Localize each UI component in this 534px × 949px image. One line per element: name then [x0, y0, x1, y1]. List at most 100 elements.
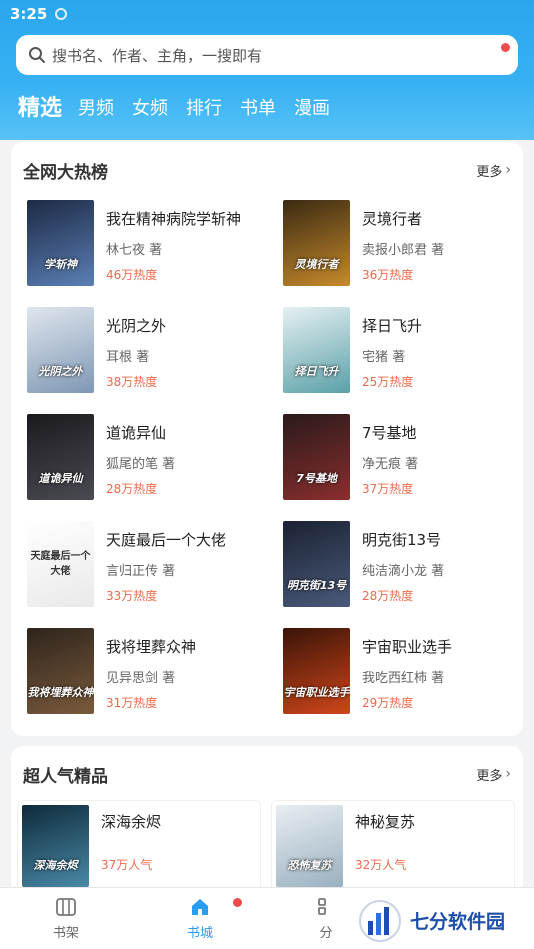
book-cover-title: 天庭最后一个大佬 — [30, 551, 91, 577]
chevron-right-icon: › — [505, 162, 511, 178]
search-icon — [29, 47, 45, 63]
tab-featured[interactable]: 精选 — [18, 94, 62, 124]
more-link[interactable]: 更多 › — [476, 765, 511, 784]
hot-book-item[interactable]: 学斩神 我在精神病院学斩神 林七夜 著 46万热度 — [27, 200, 267, 288]
book-cover-title: 择日飞升 — [294, 365, 339, 378]
bookshelf-icon — [56, 898, 76, 916]
nav-badge-dot — [233, 898, 242, 907]
book-info: 我在精神病院学斩神 林七夜 著 46万热度 — [106, 200, 241, 288]
book-cover-title: 我将埋葬众神 — [27, 686, 94, 699]
book-cover[interactable]: 道诡异仙 — [27, 414, 94, 500]
book-title: 天庭最后一个大佬 — [106, 531, 227, 549]
book-title: 灵境行者 — [362, 210, 423, 228]
watermark: 七分软件园 — [350, 892, 534, 949]
book-heat: 46万热度 — [106, 268, 158, 282]
book-heat: 29万热度 — [362, 696, 414, 710]
book-popularity: 32万人气 — [355, 858, 407, 872]
book-cover-title: 恐怖复苏 — [287, 859, 332, 872]
book-cover-title: 宇宙职业选手 — [283, 686, 350, 699]
book-cover-title: 7号基地 — [296, 472, 337, 485]
hot-book-item[interactable]: 天庭最后一个大佬 天庭最后一个大佬 言归正传 著 33万热度 — [27, 521, 267, 609]
popular-book-item[interactable]: 深海余烬 深海余烬 37万人气 — [17, 800, 261, 896]
book-title: 择日飞升 — [362, 317, 423, 335]
watermark-text: 七分软件园 — [410, 911, 506, 933]
book-title: 明克街13号 — [362, 531, 442, 549]
nav-bookstore-label: 书城 — [186, 926, 213, 941]
hot-book-item[interactable]: 灵境行者 灵境行者 卖报小郎君 著 36万热度 — [283, 200, 523, 288]
book-cover[interactable]: 灵境行者 — [283, 200, 350, 286]
search-bar[interactable]: 搜书名、作者、主角，一搜即有 — [16, 35, 518, 75]
category-tabs: 精选 男频 女频 排行 书单 漫画 — [18, 88, 348, 124]
book-cover-title: 学斩神 — [44, 258, 77, 271]
hot-book-item[interactable]: 明克街13号 明克街13号 纯洁滴小龙 著 28万热度 — [283, 521, 523, 609]
book-cover[interactable]: 光阴之外 — [27, 307, 94, 393]
book-title: 神秘复苏 — [355, 813, 416, 831]
book-cover-title: 明克街13号 — [286, 579, 347, 592]
tab-female[interactable]: 女频 — [132, 94, 168, 124]
book-cover[interactable]: 择日飞升 — [283, 307, 350, 393]
book-title: 光阴之外 — [106, 317, 167, 335]
popular-book-item[interactable]: 恐怖复苏 神秘复苏 32万人气 — [271, 800, 515, 896]
nav-bookstore[interactable]: 书城 — [170, 896, 230, 941]
book-cover-title: 道诡异仙 — [38, 472, 83, 485]
book-cover[interactable]: 7号基地 — [283, 414, 350, 500]
book-cover[interactable]: 学斩神 — [27, 200, 94, 286]
book-heat: 33万热度 — [106, 589, 158, 603]
notification-dot — [501, 43, 510, 52]
hot-book-item[interactable]: 道诡异仙 道诡异仙 狐尾的笔 著 28万热度 — [27, 414, 267, 502]
book-title: 我在精神病院学斩神 — [106, 210, 242, 228]
hot-book-item[interactable]: 择日飞升 择日飞升 宅猪 著 25万热度 — [283, 307, 523, 395]
book-title: 道诡异仙 — [106, 424, 167, 442]
shield-icon — [55, 8, 68, 20]
book-cover[interactable]: 深海余烬 — [22, 805, 89, 887]
book-author: 宅猪 著 — [362, 350, 406, 365]
tab-booklist[interactable]: 书单 — [240, 94, 276, 124]
book-info: 灵境行者 卖报小郎君 著 36万热度 — [362, 200, 444, 288]
book-info: 择日飞升 宅猪 著 25万热度 — [362, 307, 422, 395]
hot-book-item[interactable]: 光阴之外 光阴之外 耳根 著 38万热度 — [27, 307, 267, 395]
nav-category-label: 分 — [319, 926, 333, 941]
home-icon — [192, 899, 208, 915]
book-info: 我将埋葬众神 见异思剑 著 31万热度 — [106, 628, 196, 716]
book-author: 净无痕 著 — [362, 457, 419, 472]
chevron-right-icon: › — [505, 766, 511, 782]
book-cover[interactable]: 明克街13号 — [283, 521, 350, 607]
book-info: 7号基地 净无痕 著 37万热度 — [362, 414, 418, 502]
book-title: 深海余烬 — [101, 813, 162, 831]
book-info: 明克街13号 纯洁滴小龙 著 28万热度 — [362, 521, 444, 609]
book-author: 林七夜 著 — [106, 243, 163, 258]
book-author: 言归正传 著 — [106, 564, 176, 579]
section-title: 全网大热榜 — [23, 162, 108, 183]
book-info: 道诡异仙 狐尾的笔 著 28万热度 — [106, 414, 175, 502]
book-cover-title: 灵境行者 — [294, 258, 339, 271]
book-author: 纯洁滴小龙 著 — [362, 564, 445, 579]
book-author: 我吃西红柿 著 — [362, 671, 445, 686]
book-heat: 28万热度 — [106, 482, 158, 496]
more-link[interactable]: 更多 › — [476, 161, 511, 180]
book-cover[interactable]: 天庭最后一个大佬 — [27, 521, 94, 607]
more-label: 更多 — [476, 164, 503, 180]
book-heat: 31万热度 — [106, 696, 158, 710]
tab-male[interactable]: 男频 — [78, 94, 114, 124]
book-info: 宇宙职业选手 我吃西红柿 著 29万热度 — [362, 628, 452, 716]
book-author: 卖报小郎君 著 — [362, 243, 445, 258]
hot-book-item[interactable]: 7号基地 7号基地 净无痕 著 37万热度 — [283, 414, 523, 502]
book-popularity: 37万人气 — [101, 858, 153, 872]
nav-category[interactable]: 分 — [296, 896, 356, 941]
book-cover[interactable]: 宇宙职业选手 — [283, 628, 350, 714]
status-bar: 3:25 — [0, 0, 534, 28]
book-heat: 38万热度 — [106, 375, 158, 389]
nav-bookshelf[interactable]: 书架 — [36, 896, 96, 941]
tab-ranking[interactable]: 排行 — [186, 94, 222, 124]
search-placeholder: 搜书名、作者、主角，一搜即有 — [52, 46, 263, 65]
hot-book-item[interactable]: 宇宙职业选手 宇宙职业选手 我吃西红柿 著 29万热度 — [283, 628, 523, 716]
tab-comics[interactable]: 漫画 — [294, 94, 330, 124]
watermark-logo-icon — [359, 899, 401, 942]
book-cover[interactable]: 我将埋葬众神 — [27, 628, 94, 714]
book-info: 神秘复苏 32万人气 — [355, 801, 415, 895]
book-heat: 37万热度 — [362, 482, 414, 496]
hot-book-item[interactable]: 我将埋葬众神 我将埋葬众神 见异思剑 著 31万热度 — [27, 628, 267, 716]
book-cover[interactable]: 恐怖复苏 — [276, 805, 343, 887]
nav-bookshelf-label: 书架 — [52, 926, 79, 941]
book-cover-title: 光阴之外 — [38, 365, 83, 378]
